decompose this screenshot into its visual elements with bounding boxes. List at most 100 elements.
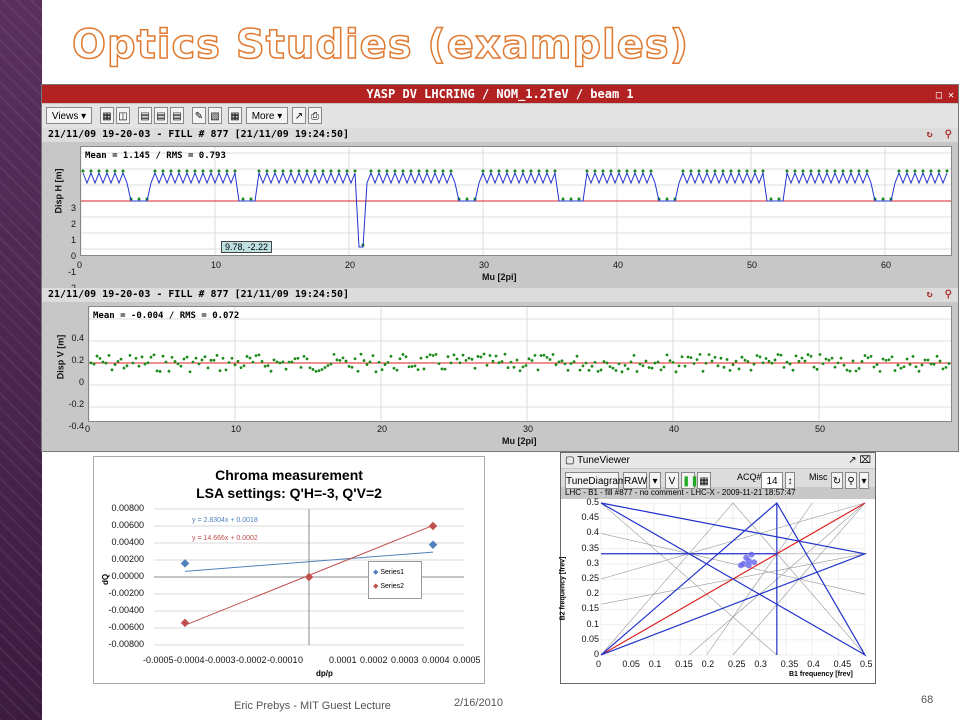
data-point [434, 352, 438, 356]
tune-plot-area[interactable]: B2 frequency [frev] B1 frequency [frev] … [559, 497, 875, 683]
data-point [164, 360, 168, 364]
panel-v-icons[interactable]: ↻ ⚲ [915, 288, 952, 302]
acq-input[interactable]: 14 [761, 472, 783, 489]
refresh-icon[interactable]: ↻ [921, 289, 933, 300]
tick-label: -0.00200 [108, 588, 144, 598]
data-point [644, 359, 648, 363]
data-point [629, 360, 633, 364]
data-point [779, 353, 783, 357]
data-point [824, 357, 828, 361]
tune-window-buttons[interactable]: ↗ ⌧ [848, 453, 871, 468]
stepper-icon[interactable]: ↕ [785, 472, 795, 489]
table-icon[interactable]: ▦ [228, 107, 242, 124]
data-point [869, 355, 873, 358]
tune-point [745, 562, 752, 569]
refresh-icon[interactable]: ↻ [921, 129, 933, 140]
chroma-chart: Chroma measurement LSA settings: Q'H=-3,… [93, 456, 485, 684]
tick-label: 0.45 [581, 512, 599, 523]
layout1-icon[interactable]: ▤ [138, 107, 152, 124]
data-point [338, 359, 342, 362]
data-point [101, 360, 105, 364]
panel-h-plot[interactable]: Mean = 1.145 / RMS = 0.793 9.78, -2.22 [80, 146, 952, 256]
data-point [563, 362, 567, 366]
panel-h-icons[interactable]: ↻ ⚲ [915, 128, 952, 142]
data-point [221, 356, 225, 360]
data-point [353, 357, 357, 361]
dropdown-icon[interactable]: ▾ [649, 472, 661, 489]
save-icon[interactable]: ▧ [208, 107, 222, 124]
legend-item-series1: ◆ Series1 [373, 568, 404, 576]
data-point [698, 352, 702, 356]
data-point [140, 355, 144, 359]
data-point [215, 354, 219, 357]
data-point [695, 358, 699, 362]
zoom-icon[interactable]: ⚲ [939, 129, 952, 140]
cursor-tooltip: 9.78, -2.22 [221, 241, 273, 253]
tick-label: 0.15 [675, 659, 693, 669]
edit-icon[interactable]: ✎ [192, 107, 206, 124]
pause-icon[interactable]: ❚❚ [681, 472, 699, 489]
data-point [692, 362, 696, 365]
data-point [245, 355, 249, 358]
grid-icon[interactable]: ▦ [100, 107, 114, 124]
data-point [173, 360, 177, 363]
data-point [671, 361, 675, 364]
data-point [497, 361, 501, 365]
chart-icon[interactable]: ↗ [292, 107, 306, 124]
data-point [551, 353, 555, 356]
mode-select[interactable]: RAW [623, 472, 647, 489]
layout2-icon[interactable]: ▤ [154, 107, 168, 124]
zoom-icon[interactable]: ⚲ [939, 289, 952, 300]
legend-series1-label: Series1 [380, 569, 405, 576]
data-point [410, 365, 414, 368]
chroma-eq1: y = 2.8304x + 0.0018 [192, 517, 258, 524]
panel-v-plot[interactable]: Mean = -0.004 / RMS = 0.072 [88, 306, 952, 422]
dropdown-icon[interactable]: ▾ [859, 472, 869, 489]
zoom-icon[interactable]: ⚲ [845, 472, 857, 489]
chroma-legend: ◆ Series1 ◆ Series2 [368, 561, 422, 599]
data-point [842, 363, 846, 367]
v-icon[interactable]: V [665, 472, 679, 489]
tuneviewer-window[interactable]: ▢ TuneViewer ↗ ⌧ TuneDiagram RAW ▾ V ❚❚ … [559, 452, 876, 684]
tuneviewer-toolbar: TuneDiagram RAW ▾ V ❚❚ ▦ ACQ# 14 ↕ Misc … [561, 469, 875, 489]
data-point [791, 368, 795, 372]
data-point [881, 357, 885, 361]
table-icon[interactable]: ▦ [697, 472, 711, 489]
more-button[interactable]: More ▾ [246, 107, 288, 124]
tick-label: -0.4 [68, 421, 84, 431]
window-buttons[interactable]: □ ✕ [936, 87, 954, 105]
data-point [638, 362, 642, 366]
split-icon[interactable]: ◫ [116, 107, 130, 124]
data-point [491, 359, 495, 363]
data-point [932, 362, 936, 366]
yasp-title-bar[interactable]: YASP DV LHCRING / NOM_1.2TeV / beam 1 □ … [42, 85, 958, 103]
restore-icon[interactable]: □ [936, 90, 942, 101]
tab-tunediagram[interactable]: TuneDiagram [565, 472, 626, 489]
data-point [815, 367, 819, 371]
close-icon[interactable]: ⌧ [859, 455, 871, 466]
yasp-window-title: YASP DV LHCRING / NOM_1.2TeV / beam 1 [366, 87, 634, 101]
tuneviewer-title-bar[interactable]: ▢ TuneViewer ↗ ⌧ [561, 453, 875, 468]
close-icon[interactable]: ✕ [948, 90, 954, 101]
data-point [413, 364, 417, 368]
data-point [485, 363, 489, 367]
data-point [944, 365, 948, 369]
tick-label: 20 [377, 424, 388, 434]
yasp-window[interactable]: YASP DV LHCRING / NOM_1.2TeV / beam 1 □ … [41, 84, 959, 452]
data-point [269, 369, 273, 373]
data-point [701, 369, 705, 373]
data-point [200, 358, 204, 362]
data-point [881, 197, 885, 201]
tick-label: -0.00800 [108, 639, 144, 649]
refresh-icon[interactable]: ↻ [831, 472, 843, 489]
data-point [830, 356, 834, 360]
print-icon[interactable]: ⎙ [308, 107, 322, 124]
tick-label: 0.0002 [360, 655, 388, 665]
maximize-icon[interactable]: ↗ [848, 455, 856, 466]
views-button[interactable]: Views ▾ [46, 107, 92, 124]
data-point [242, 364, 246, 368]
layout3-icon[interactable]: ▤ [170, 107, 184, 124]
data-point [878, 369, 882, 373]
data-point [836, 361, 840, 365]
data-point [241, 197, 245, 201]
